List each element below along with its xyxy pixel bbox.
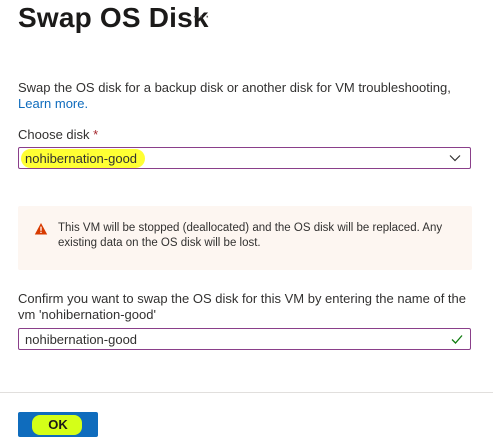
learn-more-link[interactable]: Learn more. — [18, 96, 88, 111]
choose-disk-dropdown[interactable]: nohibernation-good — [18, 147, 471, 169]
confirm-label: Confirm you want to swap the OS disk for… — [18, 291, 466, 322]
ok-button-label: OK — [48, 417, 68, 432]
warning-text: This VM will be stopped (deallocated) an… — [58, 222, 443, 249]
more-options-icon[interactable]: ··· — [192, 8, 211, 26]
check-icon — [451, 335, 463, 344]
ok-button[interactable]: OK — [18, 412, 98, 437]
description-text: Swap the OS disk for a backup disk or an… — [18, 80, 451, 95]
confirm-vm-name-value: nohibernation-good — [25, 332, 138, 347]
required-asterisk: * — [93, 127, 99, 142]
page-title: Swap OS Disk — [18, 2, 209, 33]
description: Swap the OS disk for a backup disk or an… — [18, 80, 478, 112]
choose-disk-selected-value: nohibernation-good — [23, 151, 144, 166]
choose-disk-label-text: Choose disk — [18, 127, 90, 142]
footer-divider — [0, 392, 493, 393]
warning-banner: This VM will be stopped (deallocated) an… — [18, 206, 472, 270]
warning-icon — [34, 223, 48, 235]
chevron-down-icon — [449, 155, 461, 162]
choose-disk-label: Choose disk * — [18, 127, 98, 142]
confirm-vm-name-input[interactable]: nohibernation-good — [18, 328, 471, 350]
